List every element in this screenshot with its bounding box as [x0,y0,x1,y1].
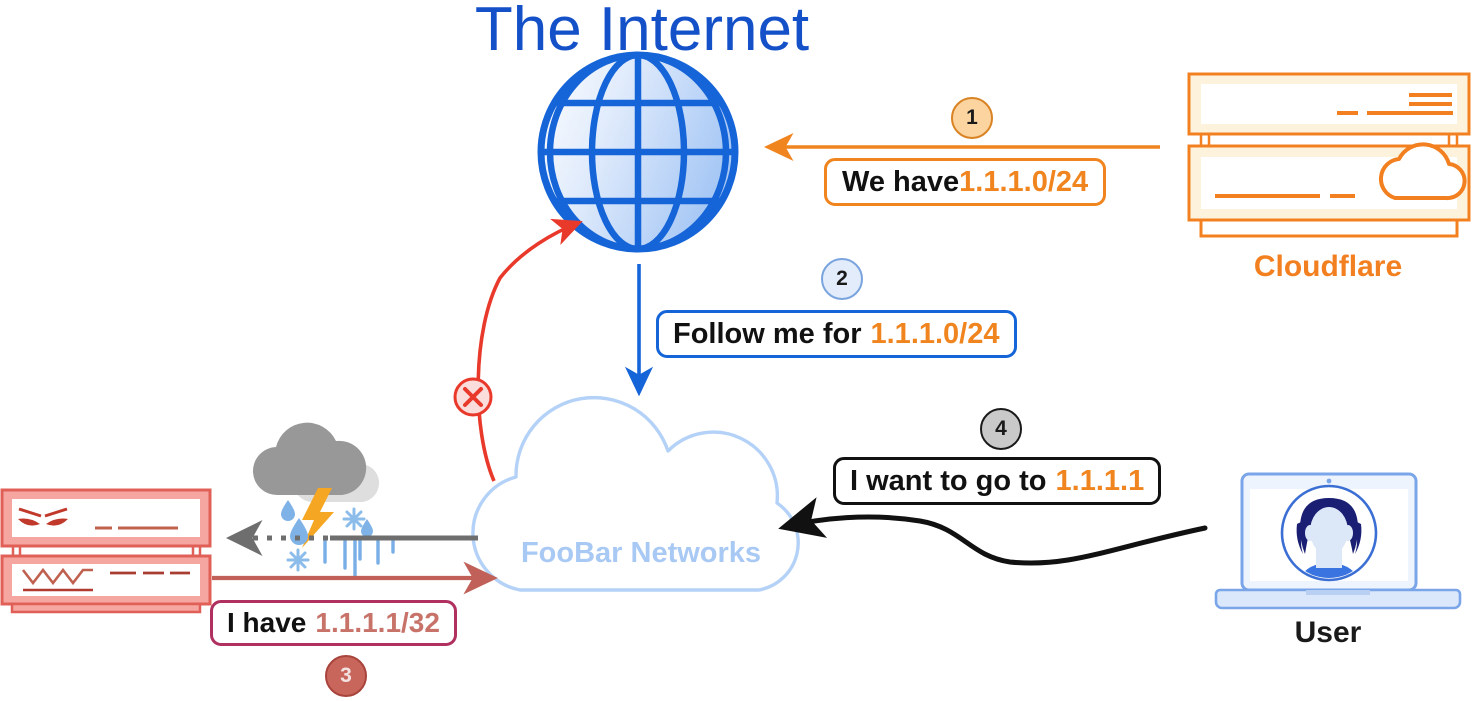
rain-streak-icons [323,536,395,580]
x-circle-icon [453,377,493,417]
message-address-step-2: 1.1.1.0/24 [870,317,1000,350]
user-to-foobar-arrow [778,497,1208,566]
user-label: User [1294,616,1362,649]
message-address-step-3: 1.1.1.1/32 [315,607,440,638]
message-text-step-3: I have [227,607,307,638]
cloudflare-label: Cloudflare [1253,250,1403,283]
globe-icon [537,51,739,253]
message-text-step-1: We have [842,165,960,198]
storm-cloud-icon [252,422,395,580]
step-badge-1: 1 [951,97,993,139]
message-address-step-1: 1.1.1.0/24 [959,165,1089,198]
page-title: The Internet [474,0,810,64]
cloudflare-router-icon [1187,72,1471,238]
message-address-step-4: 1.1.1.1 [1055,464,1145,497]
step-badge-3: 3 [325,655,367,697]
network-diagram-canvas: The Internet Cloudflare User FooBar Netw… [0,0,1479,701]
laptop-icon [1214,472,1462,610]
message-box-step-4: I want to go to 1.1.1.1 [833,457,1162,505]
step-badge-4: 4 [980,408,1022,450]
message-text-step-4: I want to go to [850,464,1047,497]
foobar-networks-label: FooBar Networks [520,537,762,569]
message-box-step-1: We have 1.1.1.0/24 [824,158,1107,206]
evil-router-icon [0,488,212,614]
message-box-step-2: Follow me for 1.1.1.0/24 [656,310,1017,358]
message-text-step-2: Follow me for [673,317,862,350]
message-box-step-3: I have 1.1.1.1/32 [210,600,457,646]
step-badge-2: 2 [821,258,863,300]
